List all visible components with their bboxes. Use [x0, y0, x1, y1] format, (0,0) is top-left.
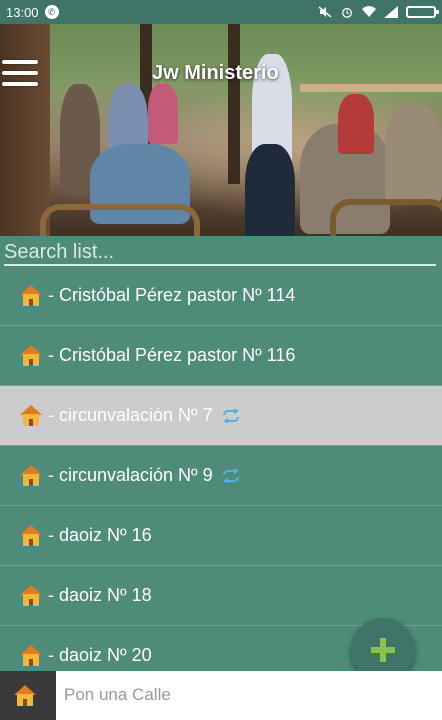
wicker-chair: [40, 204, 200, 236]
list-item[interactable]: - circunvalación Nº 9: [0, 446, 442, 506]
hamburger-menu-icon[interactable]: [2, 60, 38, 86]
house-icon: [20, 284, 42, 307]
battery-icon: [406, 6, 439, 18]
list-item[interactable]: - circunvalación Nº 7: [0, 386, 442, 446]
house-icon: [20, 404, 42, 427]
bottom-input-bar: [0, 671, 442, 720]
porch-rail: [300, 84, 442, 92]
sync-icon: [222, 408, 239, 423]
signal-icon: [384, 6, 398, 18]
list-item-label: - daoiz Nº 20: [48, 645, 152, 665]
app-title: Jw Ministerio: [152, 62, 279, 84]
street-input[interactable]: [62, 679, 436, 711]
person-figure: [338, 94, 374, 154]
house-icon: [20, 464, 42, 487]
search-input[interactable]: [4, 240, 436, 266]
plus-icon: [371, 638, 395, 662]
porch-post: [228, 24, 240, 184]
wicker-chair: [330, 199, 442, 236]
list-item[interactable]: - Cristóbal Pérez pastor Nº 116: [0, 326, 442, 386]
list-item[interactable]: - daoiz Nº 18: [0, 566, 442, 626]
status-time: 13:00: [6, 4, 39, 20]
list-item-label: - circunvalación Nº 7: [48, 405, 213, 425]
list-item[interactable]: - Cristóbal Pérez pastor Nº 114: [0, 266, 442, 326]
mute-icon: [318, 6, 332, 18]
person-figure: [245, 144, 295, 236]
list-item-label: - Cristóbal Pérez pastor Nº 116: [48, 345, 296, 365]
wifi-icon: [362, 6, 376, 18]
search-bar: [0, 236, 442, 266]
status-bar: 13:00 ✆: [0, 0, 442, 24]
list-item-label: - circunvalación Nº 9: [48, 465, 213, 485]
status-icons: [318, 6, 439, 18]
sync-icon: [222, 468, 239, 483]
house-icon: [20, 524, 42, 547]
house-icon: [20, 584, 42, 607]
header-banner-image: Jw Ministerio: [0, 24, 442, 236]
list-item-label: - daoiz Nº 16: [48, 525, 152, 545]
list-item-label: - daoiz Nº 18: [48, 585, 152, 605]
list-item-label: - Cristóbal Pérez pastor Nº 114: [48, 285, 296, 305]
alarm-icon: [342, 7, 352, 18]
porch-wall: [0, 24, 50, 236]
person-figure: [148, 84, 178, 144]
person-figure: [385, 104, 442, 204]
house-icon: [20, 344, 42, 367]
whatsapp-icon: ✆: [44, 5, 59, 19]
home-button[interactable]: [0, 671, 56, 720]
list-item[interactable]: - daoiz Nº 16: [0, 506, 442, 566]
house-icon: [14, 684, 36, 707]
house-icon: [20, 644, 42, 667]
